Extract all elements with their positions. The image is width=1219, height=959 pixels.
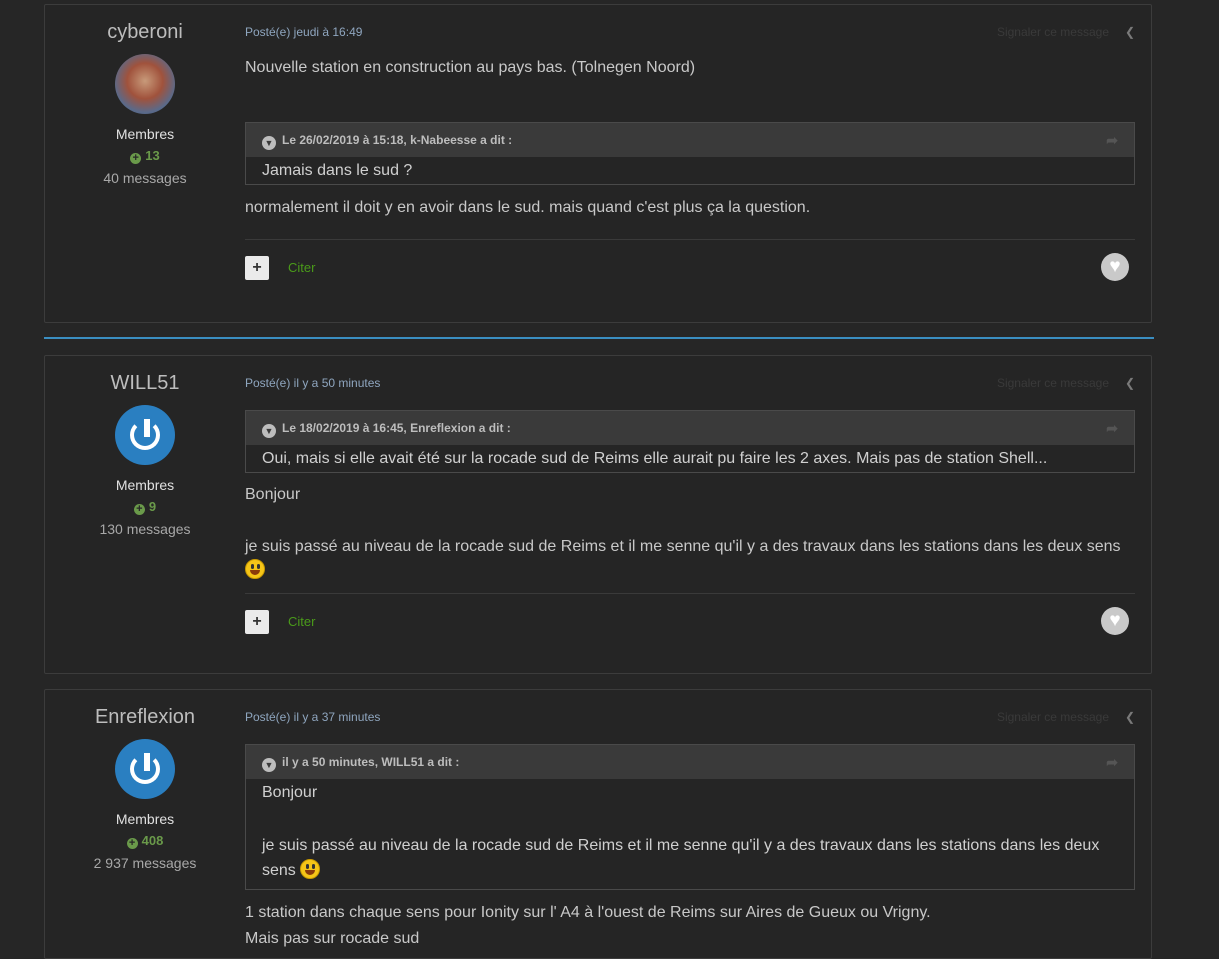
reputation-badge: +9 — [45, 499, 245, 515]
post-reply: Mais pas sur rocade sud — [245, 930, 420, 947]
post-body: Posté(e) jeudi à 16:49 Signaler ce messa… — [245, 5, 1135, 296]
reputation-value: 408 — [141, 833, 164, 848]
quote-block: ▼ Le 18/02/2019 à 16:45, Enreflexion a di… — [245, 410, 1135, 473]
post-date[interactable]: Posté(e) il y a 50 minutes — [245, 376, 380, 390]
plus-circle-icon: + — [126, 838, 138, 849]
smiley-icon — [300, 859, 321, 879]
post-cyberoni: cyberoni Membres +13 40 messages Posté(e… — [44, 4, 1152, 323]
post-meta: Posté(e) il y a 50 minutes Signaler ce m… — [245, 376, 1135, 392]
share-arrow-icon[interactable]: ➦ — [1106, 123, 1118, 157]
smiley-icon — [245, 559, 265, 579]
share-arrow-icon[interactable]: ➦ — [1106, 411, 1118, 445]
quote-header[interactable]: ▼ Le 26/02/2019 à 15:18, k-Nabeesse a dit… — [246, 123, 1134, 157]
post-date[interactable]: Posté(e) jeudi à 16:49 — [245, 25, 362, 39]
quote-text: Oui, mais si elle avait été sur la rocad… — [262, 450, 1048, 467]
post-will51: WILL51 Membres +9 130 messages Posté(e) … — [44, 355, 1152, 674]
multiquote-button[interactable]: + — [245, 610, 269, 634]
message-count: 40 messages — [103, 170, 187, 186]
report-link[interactable]: Signaler ce message — [997, 25, 1109, 39]
member-group: Membres — [115, 477, 175, 493]
reputation-badge: +13 — [45, 148, 245, 164]
heart-icon[interactable]: ♥ — [1101, 253, 1129, 281]
cite-button[interactable]: Citer — [288, 260, 315, 275]
post-meta: Posté(e) jeudi à 16:49 Signaler ce messa… — [245, 25, 1135, 41]
avatar[interactable] — [115, 405, 175, 465]
post-reply: normalement il doit y en avoir dans le s… — [245, 199, 811, 216]
reputation-value: 13 — [145, 148, 160, 163]
author-panel: cyberoni Membres +13 40 messages — [45, 5, 245, 186]
reputation-badge: +408 — [45, 833, 245, 849]
multiquote-button[interactable]: + — [245, 256, 269, 280]
quote-line: Bonjour — [262, 784, 318, 801]
plus-circle-icon: + — [133, 504, 145, 515]
new-content-separator — [44, 337, 1154, 339]
share-arrow-icon[interactable]: ➦ — [1106, 745, 1118, 779]
message-count: 130 messages — [99, 521, 191, 537]
message-count: 2 937 messages — [93, 855, 197, 871]
quote-citation: Le 26/02/2019 à 15:18, k-Nabeesse a dit … — [282, 133, 513, 147]
member-group: Membres — [115, 811, 175, 827]
report-link[interactable]: Signaler ce message — [997, 710, 1109, 724]
member-group: Membres — [115, 126, 175, 142]
post-reply: 1 station dans chaque sens pour Ionity s… — [245, 904, 931, 921]
chevron-down-icon[interactable]: ▼ — [262, 424, 276, 438]
quote-text: Jamais dans le sud ? — [262, 162, 413, 179]
post-actions: + Citer ♥ — [245, 594, 1135, 650]
report-link[interactable]: Signaler ce message — [997, 376, 1109, 390]
post-reply: je suis passé au niveau de la rocade sud… — [245, 535, 1135, 583]
quote-header[interactable]: ▼ Le 18/02/2019 à 16:45, Enreflexion a di… — [246, 411, 1134, 445]
post-meta: Posté(e) il y a 37 minutes Signaler ce m… — [245, 710, 1135, 726]
quote-citation: il y a 50 minutes, WILL51 a dit : — [282, 755, 460, 769]
post-actions: + Citer ♥ — [245, 240, 1135, 296]
quote-block: ▼ Le 26/02/2019 à 15:18, k-Nabeesse a dit… — [245, 122, 1135, 185]
post-body: Posté(e) il y a 50 minutes Signaler ce m… — [245, 356, 1135, 650]
author-panel: Enreflexion Membres +408 2 937 messages — [45, 690, 245, 871]
power-bar — [142, 417, 152, 439]
post-reply-text: je suis passé au niveau de la rocade sud… — [245, 538, 1121, 555]
post-text: Nouvelle station en construction au pays… — [245, 59, 696, 76]
power-bar — [142, 751, 152, 773]
quote-text: Bonjour je suis passé au niveau de la ro… — [246, 779, 1134, 889]
author-name[interactable]: Enreflexion — [45, 706, 245, 729]
quote-block: ▼ il y a 50 minutes, WILL51 a dit : ➦ Bonj… — [245, 744, 1135, 890]
quote-line-text: je suis passé au niveau de la rocade sud… — [262, 837, 1100, 879]
cite-button[interactable]: Citer — [288, 614, 315, 629]
chevron-down-icon[interactable]: ▼ — [262, 758, 276, 772]
plus-circle-icon: + — [130, 153, 142, 164]
post-date[interactable]: Posté(e) il y a 37 minutes — [245, 710, 380, 724]
chevron-down-icon[interactable]: ▼ — [262, 136, 276, 150]
avatar[interactable] — [115, 739, 175, 799]
heart-icon[interactable]: ♥ — [1101, 607, 1129, 635]
post-enreflexion: Enreflexion Membres +408 2 937 messages … — [44, 689, 1152, 959]
author-name[interactable]: WILL51 — [45, 372, 245, 395]
quote-header[interactable]: ▼ il y a 50 minutes, WILL51 a dit : ➦ — [246, 745, 1134, 779]
author-panel: WILL51 Membres +9 130 messages — [45, 356, 245, 537]
share-icon[interactable]: ❮ — [1125, 376, 1135, 390]
quote-line: je suis passé au niveau de la rocade sud… — [262, 833, 1118, 883]
quote-citation: Le 18/02/2019 à 16:45, Enreflexion a dit… — [282, 421, 511, 435]
avatar[interactable] — [115, 54, 175, 114]
share-icon[interactable]: ❮ — [1125, 25, 1135, 39]
post-body: Posté(e) il y a 37 minutes Signaler ce m… — [245, 690, 1135, 951]
reputation-value: 9 — [148, 499, 157, 514]
post-reply-greeting: Bonjour — [245, 486, 301, 503]
author-name[interactable]: cyberoni — [45, 21, 245, 44]
share-icon[interactable]: ❮ — [1125, 710, 1135, 724]
